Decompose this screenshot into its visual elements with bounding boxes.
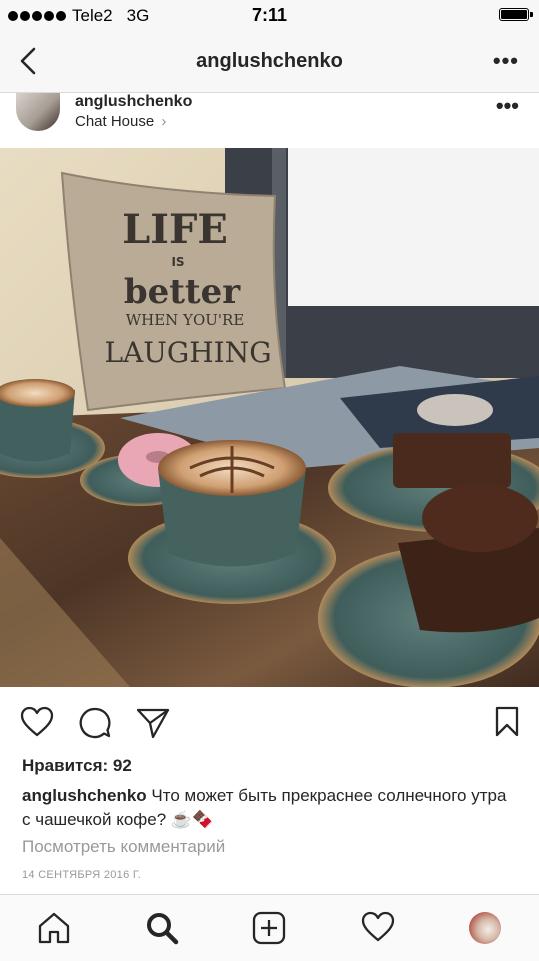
clock: 7:11 [251, 5, 288, 25]
post-date: 14 СЕНТЯБРЯ 2016 Г. [22, 869, 142, 881]
add-icon[interactable] [252, 911, 286, 945]
search-icon[interactable] [145, 911, 179, 945]
activity-heart-icon[interactable] [361, 911, 395, 943]
share-icon[interactable] [136, 706, 170, 740]
post-actions [0, 688, 539, 756]
home-icon[interactable] [37, 911, 71, 945]
pillow-text-line3: better [124, 272, 241, 312]
post-username[interactable]: anglushchenko [75, 93, 192, 111]
likes-count[interactable]: Нравится: 92 [22, 756, 132, 776]
battery-icon [499, 8, 533, 21]
comment-icon[interactable] [78, 706, 112, 740]
pillow-text-line4: WHEN YOU'RE [126, 311, 245, 329]
post-location[interactable]: Chat House › [75, 113, 166, 130]
profile-avatar[interactable] [469, 912, 501, 944]
page-title: anglushchenko [196, 50, 343, 72]
chevron-right-icon: › [161, 113, 167, 130]
status-bar: Tele2 3G 7:11 [0, 0, 539, 30]
pillow-text-line1: LIFE [122, 206, 228, 253]
caption-username[interactable]: anglushchenko [22, 786, 147, 805]
more-dots-icon[interactable]: ••• [493, 50, 519, 72]
pillow-text-line5: LAUGHING [104, 336, 271, 369]
post-header: anglushchenko Chat House › ••• [0, 93, 539, 147]
heart-icon[interactable] [20, 706, 54, 738]
pillow-text-line2: IS [171, 255, 184, 269]
post-caption: anglushchenko Что может быть прекраснее … [22, 784, 517, 832]
bookmark-icon[interactable] [495, 706, 519, 738]
view-comments-link[interactable]: Посмотреть комментарий [22, 837, 225, 857]
bottom-tab-bar [0, 894, 539, 961]
post-photo[interactable]: LIFE IS better WHEN YOU'RE LAUGHING [0, 148, 539, 687]
avatar[interactable] [16, 93, 60, 131]
location-label: Chat House [75, 113, 155, 130]
top-nav-bar: anglushchenko ••• [0, 30, 539, 93]
photo-image: LIFE IS better WHEN YOU'RE LAUGHING [0, 148, 539, 687]
post-options-icon[interactable]: ••• [496, 95, 519, 117]
